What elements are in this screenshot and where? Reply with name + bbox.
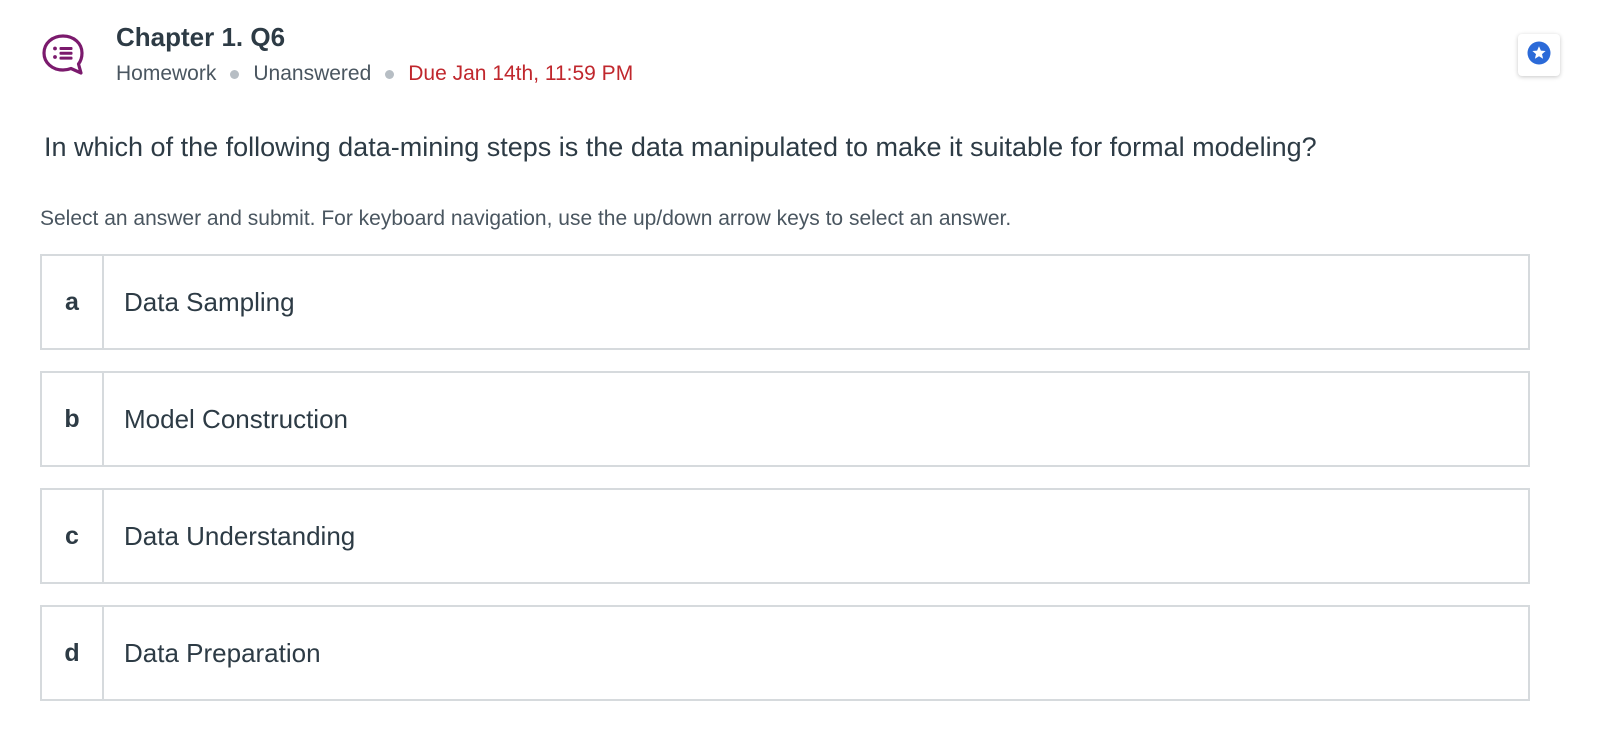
answer-option-b[interactable]: b Model Construction [40,371,1530,467]
option-text: Model Construction [124,403,348,434]
answer-option-a[interactable]: a Data Sampling [40,254,1530,350]
answer-status: Unanswered [253,62,372,85]
answer-options: a Data Sampling b Model Construction c D… [40,254,1530,722]
question-header: Chapter 1. Q6 Homework Unanswered Due Ja… [40,20,633,88]
option-letter: c [42,490,104,582]
question-meta: Homework Unanswered Due Jan 14th, 11:59 … [116,60,633,88]
separator-dot [385,69,395,79]
option-text: Data Understanding [124,520,356,551]
question-title: Chapter 1. Q6 [116,22,286,52]
question-text: In which of the following data-mining st… [44,132,1317,162]
option-letter: d [42,607,104,699]
answer-instructions: Select an answer and submit. For keyboar… [40,207,1012,230]
option-text: Data Preparation [124,637,321,668]
option-letter: a [42,256,104,348]
answer-option-d[interactable]: d Data Preparation [40,605,1530,701]
star-icon [1527,41,1551,70]
option-text: Data Sampling [124,286,295,317]
bookmark-button[interactable] [1518,34,1560,76]
separator-dot [230,69,240,79]
title-block: Chapter 1. Q6 Homework Unanswered Due Ja… [116,20,633,88]
due-date: Due Jan 14th, 11:59 PM [408,62,634,85]
question-chat-icon [40,20,86,83]
answer-option-c[interactable]: c Data Understanding [40,488,1530,584]
option-letter: b [42,373,104,465]
assignment-type: Homework [116,62,217,85]
